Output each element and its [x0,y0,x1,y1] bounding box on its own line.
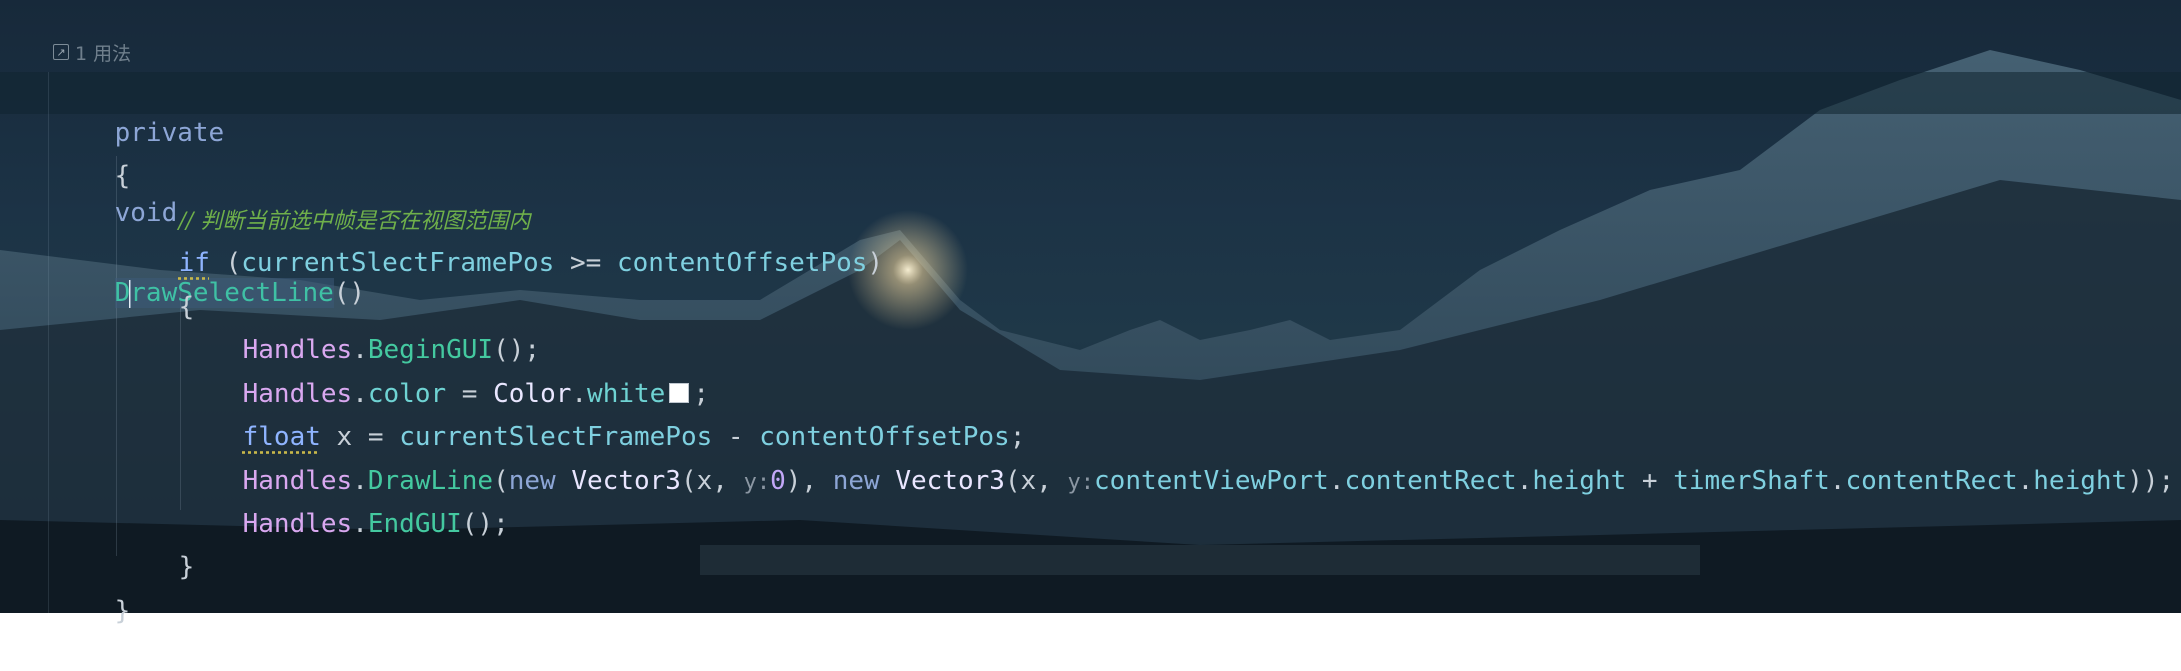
code-editor: ↗ 1 用法 private void DrawSelectLine() { /… [0,0,2181,626]
field-content-rect: contentRect [1845,466,2018,496]
field-height: height [2033,466,2128,496]
args-x: (x, [1004,466,1068,496]
class-handles: Handles [242,509,353,539]
code-line-9[interactable]: Handles.DrawLine(new Vector3(x, y:0), ne… [180,421,2175,496]
param-hint-y: y: [1067,470,1095,495]
field-content-view-port: contentViewPort [1094,466,1329,496]
code-line-10[interactable]: Handles.EndGUI(); [180,464,509,539]
field-content-rect: contentRect [1344,466,1517,496]
field-timer-shaft: timerShaft [1673,466,1830,496]
code-line-3[interactable]: // 判断当前选中帧是否在视图范围内 [116,160,531,234]
code-line-11[interactable]: } [116,507,195,582]
type-vector3: Vector3 [555,466,681,496]
call-end: (); [461,509,509,539]
usage-hint-label: 1 用法 [75,42,132,65]
field-height: height [1532,466,1627,496]
code-line-2[interactable]: { [52,116,131,191]
usage-hint[interactable]: ↗ 1 用法 [53,38,131,66]
keyword-new: new [508,466,556,496]
dot: . [2017,466,2034,496]
call-end: )); [2127,466,2175,496]
keyword-new: new [832,466,880,496]
code-line-1[interactable]: private void DrawSelectLine() [52,73,365,308]
dot: . [1829,466,1846,496]
method-end-gui: EndGUI [367,509,462,539]
keyword-private: private [114,118,225,148]
variable-current-frame-pos: currentSlectFramePos [241,248,555,278]
param-hint-y: y: [743,470,771,495]
variable-content-offset-pos: contentOffsetPos [616,248,868,278]
dot: . [1328,466,1345,496]
paren-open: ( [209,248,242,278]
code-line-7[interactable]: Handles.color = Color.white; [180,334,709,409]
operator-plus: + [1626,466,1674,496]
close-brace: } [178,552,195,582]
args-x: (x, [680,466,744,496]
args-close: ), [785,466,833,496]
operator-gte: >= [554,248,617,278]
close-brace: } [114,596,131,626]
code-line-5[interactable]: { [116,247,195,322]
type-vector3: Vector3 [879,466,1005,496]
code-line-12[interactable]: } [52,551,131,626]
dot: . [352,509,368,539]
dot: . [1516,466,1533,496]
gutter-divider [48,72,49,613]
code-line-6[interactable]: Handles.BeginGUI(); [180,290,540,365]
code-line-4[interactable]: if (currentSlectFramePos >= contentOffse… [116,203,883,278]
paren-close: ) [867,248,884,278]
code-line-8[interactable]: float x = currentSlectFramePos - content… [180,377,1026,452]
external-link-icon: ↗ [53,44,69,60]
number-zero: 0 [770,466,786,496]
